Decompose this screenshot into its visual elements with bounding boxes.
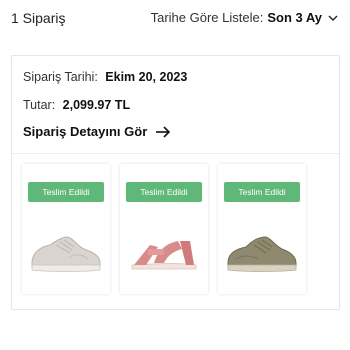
delivered-badge: Teslim Edildi [224,182,300,202]
order-item[interactable]: Teslim Edildi [22,164,110,294]
sort-dropdown[interactable]: Tarihe Göre Listele: Son 3 Ay [151,10,338,25]
order-date-row: Sipariş Tarihi: Ekim 20, 2023 [23,70,323,84]
order-total-label: Tutar: [23,98,56,112]
delivered-badge: Teslim Edildi [28,182,104,202]
order-total-value: 2,099.97 TL [62,98,131,112]
arrow-right-icon [156,125,171,138]
order-count: 1 Sipariş [11,10,66,26]
order-item[interactable]: Teslim Edildi [120,164,208,294]
order-card: Sipariş Tarihi: Ekim 20, 2023 Tutar: 2,0… [11,55,340,310]
order-detail-link-label: Sipariş Detayını Gör [23,124,148,139]
sneaker-white-icon [31,236,101,272]
sneaker-khaki-icon [227,236,297,272]
orders-header: 1 Sipariş Tarihe Göre Listele: Son 3 Ay [0,0,350,36]
order-items: Teslim Edildi Teslim Edildi Teslim Edild… [22,164,332,294]
order-date-value: Ekim 20, 2023 [105,70,188,84]
order-detail-link[interactable]: Sipariş Detayını Gör [23,124,171,139]
chevron-down-icon [328,15,338,21]
sort-value: Son 3 Ay [267,10,322,25]
sort-label: Tarihe Göre Listele: [150,10,264,25]
order-item[interactable]: Teslim Edildi [218,164,306,294]
order-date-label: Sipariş Tarihi: [23,70,98,84]
sandal-pink-icon [131,241,197,270]
order-total-row: Tutar: 2,099.97 TL [23,98,323,112]
delivered-badge: Teslim Edildi [126,182,202,202]
divider [12,153,339,154]
